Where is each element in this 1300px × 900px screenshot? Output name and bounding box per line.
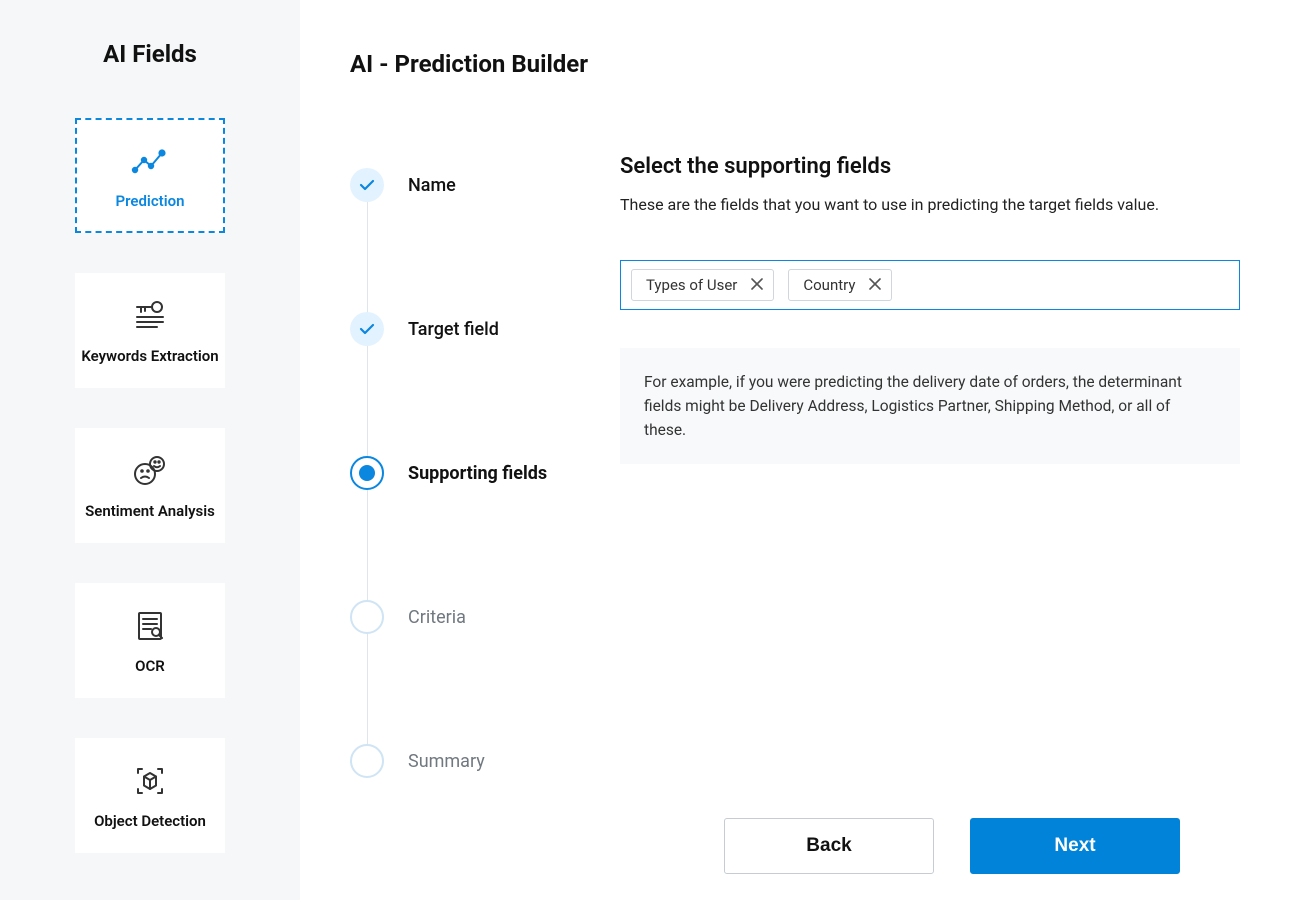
ocr-icon [129, 605, 171, 647]
step-name[interactable]: Name [350, 168, 620, 202]
step-label: Name [408, 175, 456, 196]
step-label: Target field [408, 319, 499, 340]
sidebar-item-label: Sentiment Analysis [85, 502, 215, 521]
supporting-fields-input[interactable]: Types of User Country [620, 260, 1240, 310]
step-status-current-icon [350, 456, 384, 490]
sidebar-item-label: Object Detection [94, 812, 206, 831]
step-label: Summary [408, 751, 485, 772]
sidebar-item-keywords-extraction[interactable]: Keywords Extraction [75, 273, 225, 388]
page-title: AI - Prediction Builder [350, 50, 1240, 78]
content-heading: Select the supporting fields [620, 154, 1240, 179]
wizard-row: Name Target field Supporting fields Crit… [350, 168, 1240, 778]
sidebar-item-label: Prediction [116, 192, 185, 211]
keywords-icon [129, 295, 171, 337]
step-summary[interactable]: Summary [350, 744, 620, 778]
sidebar-item-object-detection[interactable]: Object Detection [75, 738, 225, 853]
step-label: Criteria [408, 607, 466, 628]
chip-types-of-user[interactable]: Types of User [631, 269, 774, 301]
chip-label: Types of User [646, 276, 737, 294]
content-pane: Select the supporting fields These are t… [620, 168, 1240, 464]
step-status-pending-icon [350, 600, 384, 634]
sentiment-icon [129, 450, 171, 492]
sidebar-item-ocr[interactable]: OCR [75, 583, 225, 698]
footer-buttons: Back Next [350, 778, 1240, 874]
step-label: Supporting fields [408, 463, 547, 484]
chip-remove-icon[interactable] [751, 277, 763, 293]
sidebar-item-prediction[interactable]: Prediction [75, 118, 225, 233]
chip-label: Country [803, 276, 855, 294]
step-status-done-icon [350, 168, 384, 202]
sidebar-title: AI Fields [103, 40, 197, 68]
chip-country[interactable]: Country [788, 269, 892, 301]
main-panel: AI - Prediction Builder Name Target fiel… [300, 0, 1300, 900]
next-button[interactable]: Next [970, 818, 1180, 874]
step-supporting-fields[interactable]: Supporting fields [350, 456, 620, 490]
back-button[interactable]: Back [724, 818, 934, 874]
sidebar-item-label: Keywords Extraction [81, 347, 218, 366]
content-description: These are the fields that you want to us… [620, 195, 1240, 214]
step-target-field[interactable]: Target field [350, 312, 620, 346]
sidebar-item-sentiment-analysis[interactable]: Sentiment Analysis [75, 428, 225, 543]
step-status-pending-icon [350, 744, 384, 778]
step-criteria[interactable]: Criteria [350, 600, 620, 634]
sidebar-card-list: Prediction Keywords Extraction [75, 118, 225, 853]
object-detection-icon [129, 760, 171, 802]
sidebar-item-label: OCR [135, 657, 165, 676]
step-status-done-icon [350, 312, 384, 346]
stepper: Name Target field Supporting fields Crit… [350, 168, 620, 778]
sidebar: AI Fields Prediction [0, 0, 300, 900]
prediction-icon [129, 140, 171, 182]
chip-remove-icon[interactable] [869, 277, 881, 293]
example-help-text: For example, if you were predicting the … [620, 348, 1240, 464]
